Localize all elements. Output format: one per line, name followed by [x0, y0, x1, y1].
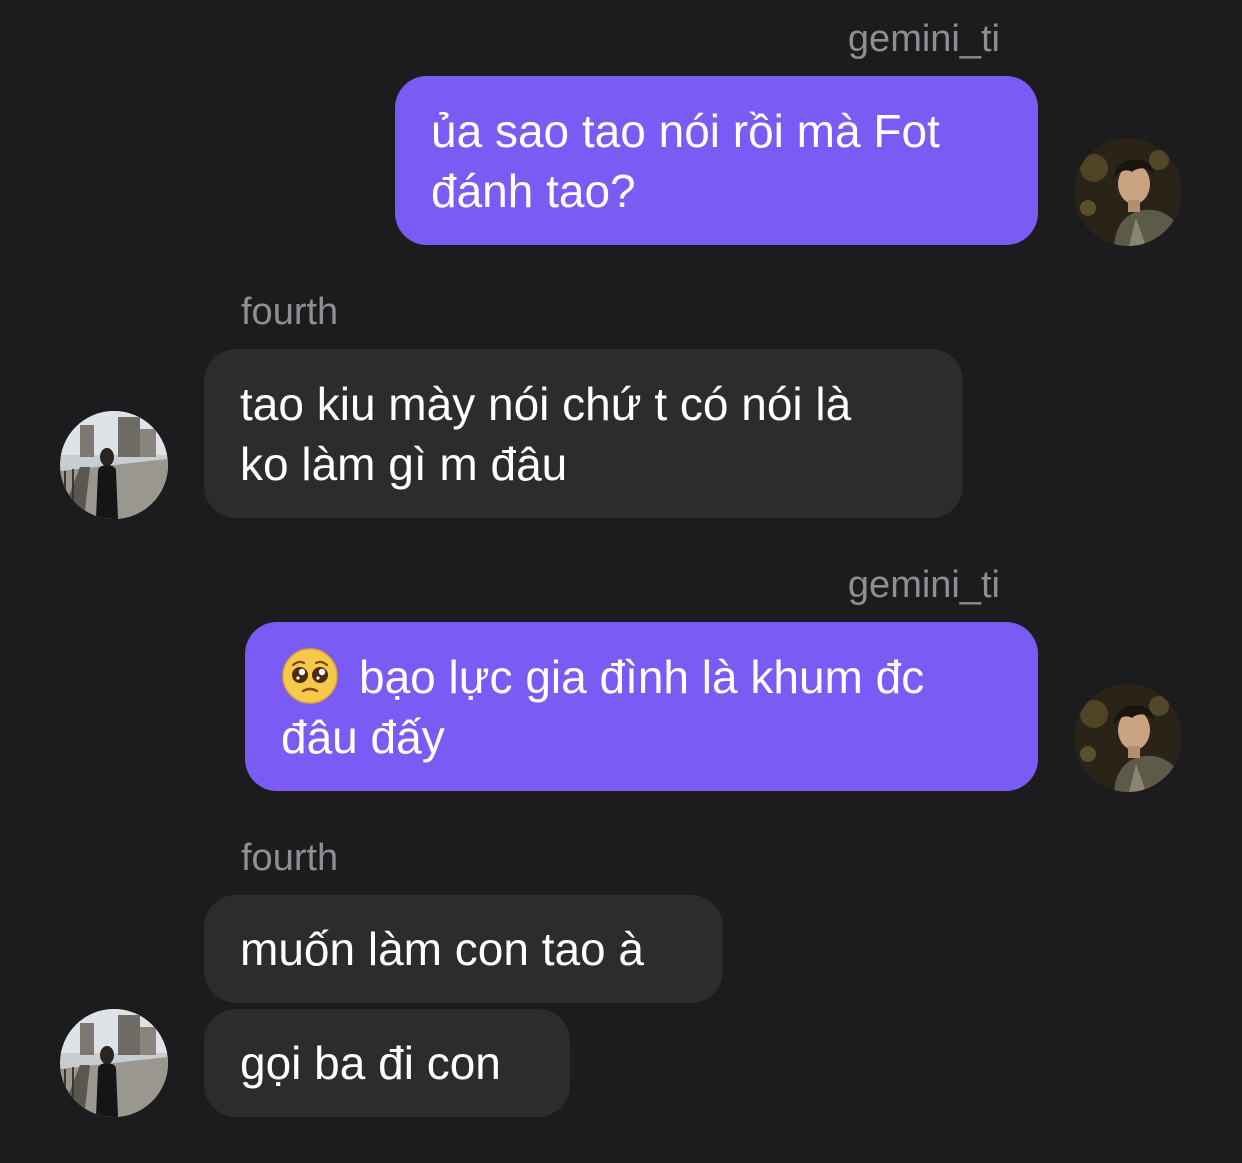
avatar-photo-icon — [60, 1009, 168, 1117]
avatar-fourth[interactable] — [60, 411, 168, 519]
avatar-fourth[interactable] — [60, 1009, 168, 1117]
avatar-photo-icon — [1074, 684, 1182, 792]
sender-name-fourth: fourth — [241, 837, 339, 879]
pleading-face-emoji — [282, 647, 338, 704]
avatar-gemini-ti[interactable] — [1074, 684, 1182, 792]
sender-name-fourth: fourth — [241, 291, 339, 333]
message-bubble-received[interactable]: gọi ba đi con — [204, 1009, 570, 1117]
avatar-photo-icon — [60, 411, 168, 519]
sender-name-gemini-ti: gemini_ti — [847, 564, 1000, 606]
avatar-photo-icon — [1074, 138, 1182, 246]
message-text: ủa sao tao nói rồi mà Fot đánh tao? — [431, 104, 940, 217]
message-text: bạo lực gia đình là khum đc đâu đấy — [281, 647, 924, 767]
message-text: muốn làm con tao à — [240, 923, 645, 975]
message-bubble-received[interactable]: muốn làm con tao à — [204, 895, 723, 1003]
sender-name-gemini-ti: gemini_ti — [847, 18, 1000, 60]
message-text: tao kiu mày nói chứ t có nói là ko làm g… — [240, 377, 852, 490]
message-text: gọi ba đi con — [240, 1037, 501, 1089]
avatar-gemini-ti[interactable] — [1074, 138, 1182, 246]
message-bubble-sent[interactable]: bạo lực gia đình là khum đc đâu đấy — [245, 622, 1038, 791]
message-bubble-sent[interactable]: ủa sao tao nói rồi mà Fot đánh tao? — [395, 76, 1038, 245]
message-bubble-received[interactable]: tao kiu mày nói chứ t có nói là ko làm g… — [204, 349, 963, 518]
